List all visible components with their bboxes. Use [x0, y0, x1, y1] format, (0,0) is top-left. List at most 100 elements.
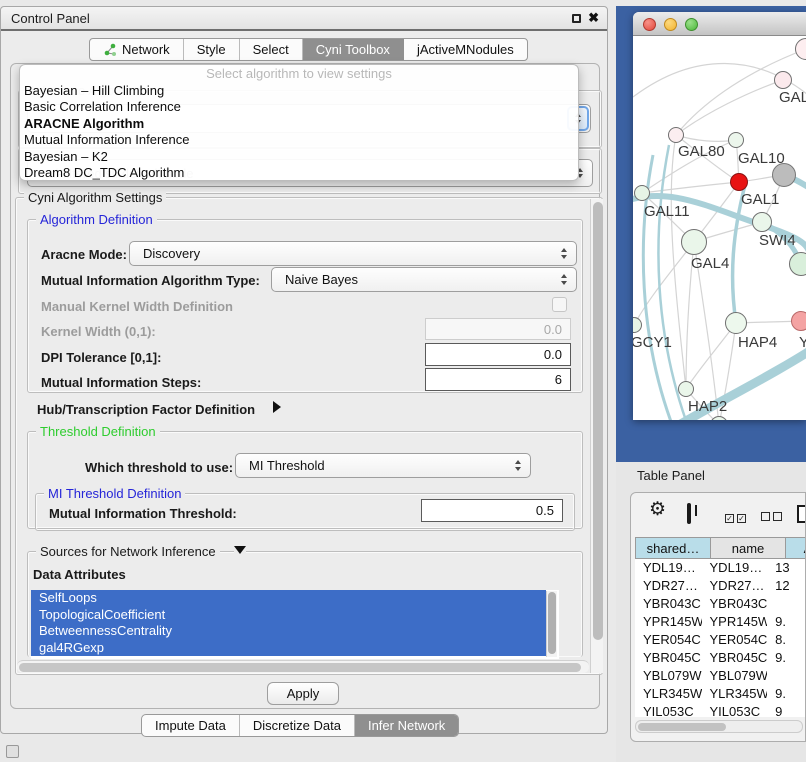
algorithm-option-bayesian-k2[interactable]: Bayesian – K2 — [20, 149, 578, 165]
attribute-item-betweennesscentrality[interactable]: BetweennessCentrality — [31, 623, 546, 640]
export-table-icon[interactable] — [797, 505, 806, 523]
close-icon[interactable]: ✖ — [588, 10, 599, 26]
hub-definition-label[interactable]: Hub/Transcription Factor Definition — [37, 402, 255, 417]
tab-jactivemnodules[interactable]: jActiveMNodules — [404, 39, 527, 60]
table-row[interactable]: YBR043CYBR043C — [635, 595, 806, 613]
node-swi4[interactable] — [752, 212, 772, 232]
table-row[interactable]: YIL053CYIL053C9 — [635, 703, 806, 717]
tab-label: Select — [253, 42, 289, 57]
table-cell: YIL053C — [635, 703, 702, 717]
tab-label: Cyni Toolbox — [316, 42, 390, 57]
mi-threshold-label: Mutual Information Threshold: — [49, 506, 237, 521]
node-gal4[interactable] — [681, 229, 707, 255]
node-hap4[interactable] — [725, 312, 747, 334]
collapsed-panel-icon[interactable] — [6, 745, 19, 758]
mi-threshold-input[interactable]: 0.5 — [421, 499, 563, 522]
column-header-1[interactable]: shared… — [635, 537, 711, 559]
expand-arrow-icon[interactable] — [273, 401, 281, 413]
manual-kernel-checkbox[interactable] — [552, 297, 567, 312]
table-row[interactable]: YBL079WYBL079W — [635, 667, 806, 685]
node-gal10[interactable] — [728, 132, 744, 148]
dpi-tolerance-input[interactable]: 0.0 — [425, 343, 571, 366]
tab-discretize-data[interactable]: Discretize Data — [240, 715, 355, 736]
mi-threshold-title: MI Threshold Definition — [44, 486, 185, 501]
float-window-icon[interactable] — [572, 14, 581, 23]
table-cell: YPR145W — [635, 613, 702, 631]
attribute-item-gal4rgexp[interactable]: gal4RGexp — [31, 640, 546, 657]
node-gal80[interactable] — [668, 127, 684, 143]
table-cell: YIL053C — [702, 703, 768, 717]
algorithm-option-bayesian-hill-climbing[interactable]: Bayesian – Hill Climbing — [20, 83, 578, 99]
attribute-item-topologicalcoefficient[interactable]: TopologicalCoefficient — [31, 607, 546, 624]
table-row[interactable]: YLR345WYLR345W9. — [635, 685, 806, 703]
table-cell: 9. — [767, 649, 806, 667]
node-gal1-red[interactable] — [730, 173, 748, 191]
table-row[interactable]: YDL19…YDL19…13 — [635, 559, 806, 577]
table-row[interactable]: YPR145WYPR145W9. — [635, 613, 806, 631]
node-hap2[interactable] — [678, 381, 694, 397]
tab-impute-data[interactable]: Impute Data — [142, 715, 240, 736]
table-cell: YBL079W — [635, 667, 702, 685]
algorithm-option-mutual-information-inference[interactable]: Mutual Information Inference — [20, 132, 578, 148]
threshold-definition-title: Threshold Definition — [36, 424, 160, 439]
data-attributes-list[interactable]: SelfLoopsTopologicalCoefficientBetweenne… — [31, 590, 559, 659]
tab-cyni-toolbox[interactable]: Cyni Toolbox — [303, 39, 404, 60]
zoom-traffic-light-icon[interactable] — [685, 18, 698, 31]
combo-stepper — [561, 248, 567, 259]
table-horizontal-scrollbar[interactable] — [635, 720, 803, 733]
table-cell: YBL079W — [702, 667, 768, 685]
network-icon — [103, 43, 117, 57]
bottom-tab-bar: Impute DataDiscretize DataInfer Network — [141, 714, 459, 737]
table-row[interactable]: YBR045CYBR045C9. — [635, 649, 806, 667]
table-cell — [767, 667, 806, 685]
mi-steps-input[interactable]: 6 — [425, 368, 571, 391]
attribute-item-selfloops[interactable]: SelfLoops — [31, 590, 546, 607]
minimize-traffic-light-icon[interactable] — [664, 18, 677, 31]
node-gal11[interactable] — [634, 185, 650, 201]
collapse-arrow-icon[interactable] — [234, 546, 246, 554]
network-window-titlebar[interactable] — [633, 12, 806, 36]
table-cell: YDL19… — [635, 559, 702, 577]
network-canvas[interactable]: GALGAL80GAL10GAL1GAL11SWI4GAL4GCY1HAP4YH… — [633, 37, 806, 420]
apply-button[interactable]: Apply — [267, 682, 339, 705]
tab-network[interactable]: Network — [90, 39, 184, 60]
tab-style[interactable]: Style — [184, 39, 240, 60]
table-cell: YLR345W — [702, 685, 768, 703]
tab-infer-network[interactable]: Infer Network — [355, 715, 458, 736]
which-threshold-combo[interactable]: MI Threshold — [235, 453, 531, 478]
column-header-3[interactable]: A — [786, 537, 806, 559]
algorithm-dropdown[interactable]: Select algorithm to view settings Bayesi… — [19, 64, 579, 181]
node-salmon[interactable] — [791, 311, 806, 331]
select-columns-icon[interactable]: ✓✓ — [725, 508, 749, 526]
algorithm-option-basic-correlation-inference[interactable]: Basic Correlation Inference — [20, 99, 578, 115]
column-header-2[interactable]: name — [711, 537, 786, 559]
node-label-hap2: HAP2 — [688, 398, 727, 415]
gear-icon[interactable]: ⚙ — [649, 501, 666, 519]
kernel-width-input[interactable]: 0.0 — [425, 318, 571, 340]
table-columns-icon[interactable] — [687, 503, 691, 524]
table-body: YDL19…YDL19…13YDR27…YDR27…12YBR043CYBR04… — [635, 559, 806, 717]
algorithm-option-dream8-dc-tdc-algorithm[interactable]: Dream8 DC_TDC Algorithm — [20, 165, 578, 181]
aracne-mode-label: Aracne Mode: — [41, 247, 127, 262]
kernel-width-label: Kernel Width (0,1): — [41, 324, 156, 339]
deselect-columns-icon[interactable] — [761, 508, 785, 526]
node-label-gal: GAL — [779, 89, 806, 106]
node-gal7[interactable] — [774, 71, 792, 89]
tab-select[interactable]: Select — [240, 39, 303, 60]
table-cell — [767, 595, 806, 613]
aracne-mode-combo[interactable]: Discovery — [129, 241, 577, 266]
algorithm-option-aracne-algorithm[interactable]: ARACNE Algorithm — [20, 116, 578, 132]
table-cell: YER054C — [702, 631, 768, 649]
attributes-scrollbar[interactable] — [546, 591, 557, 657]
table-cell: YBR045C — [635, 649, 702, 667]
control-panel-titlebar[interactable]: Control Panel ✖ — [1, 7, 607, 31]
table-row[interactable]: YER054CYER054C8. — [635, 631, 806, 649]
node-label-y: Y — [799, 334, 806, 351]
settings-horizontal-scrollbar[interactable] — [17, 660, 589, 673]
mi-type-combo[interactable]: Naive Bayes — [271, 267, 577, 292]
close-traffic-light-icon[interactable] — [643, 18, 656, 31]
settings-vertical-scrollbar[interactable] — [590, 199, 603, 673]
table-row[interactable]: YDR27…YDR27…12 — [635, 577, 806, 595]
sources-title[interactable]: Sources for Network Inference — [36, 544, 220, 559]
node-green-right[interactable] — [789, 252, 806, 276]
